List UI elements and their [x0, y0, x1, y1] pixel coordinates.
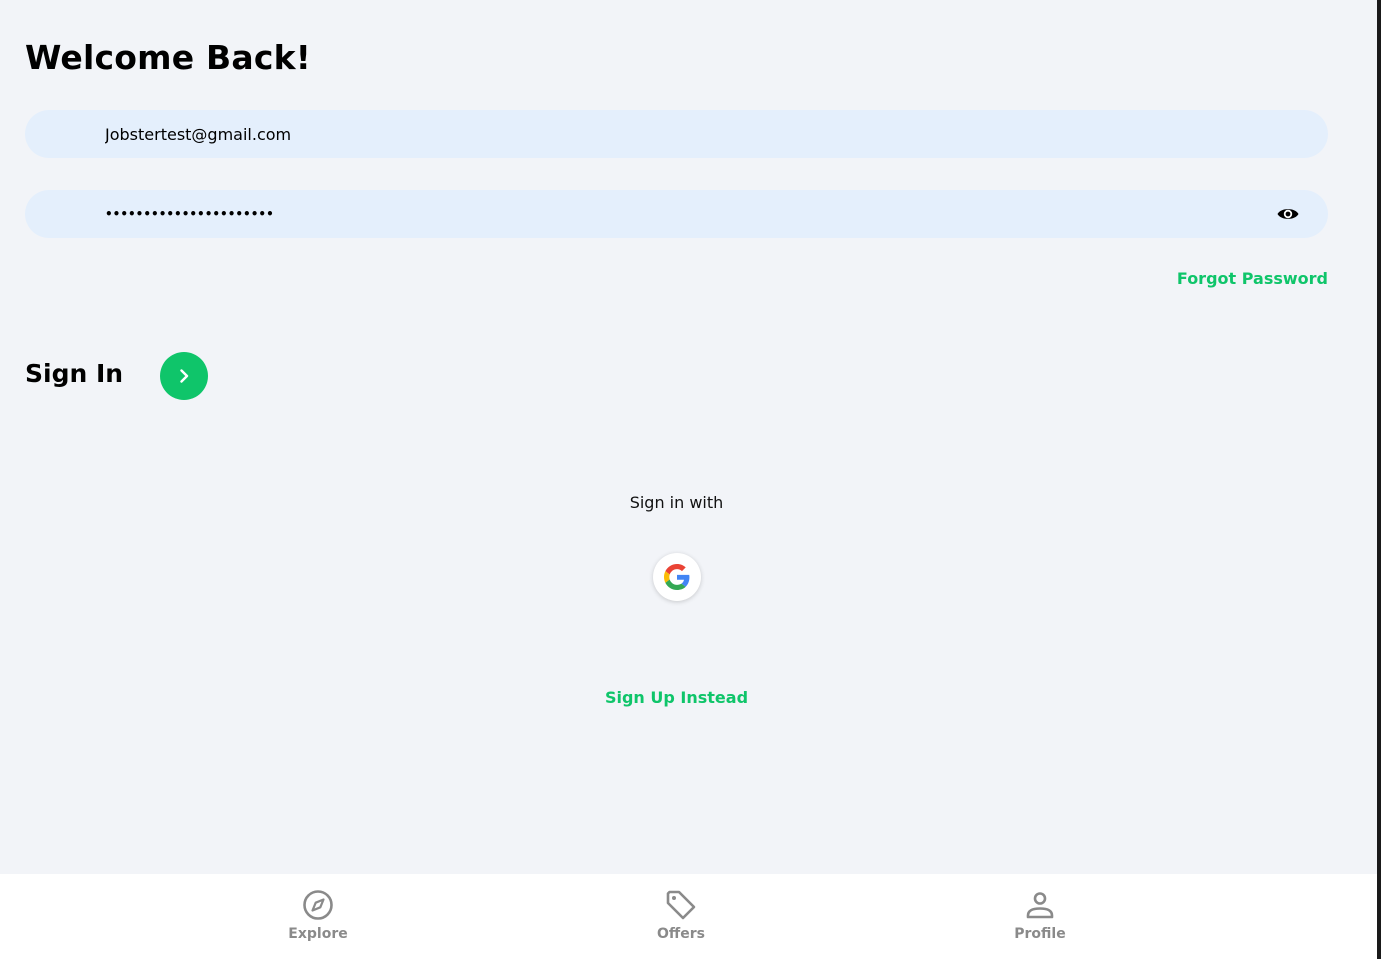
email-field-container[interactable]	[25, 110, 1328, 158]
nav-item-profile[interactable]: Profile	[980, 888, 1100, 942]
forgot-password-link[interactable]: Forgot Password	[1177, 269, 1328, 288]
password-field[interactable]	[105, 190, 1255, 238]
compass-icon	[303, 890, 333, 920]
nav-label-explore: Explore	[288, 926, 348, 942]
sign-in-button[interactable]	[160, 352, 208, 400]
sign-up-link[interactable]: Sign Up Instead	[605, 688, 748, 707]
email-field[interactable]	[105, 110, 1255, 158]
nav-item-explore[interactable]: Explore	[258, 888, 378, 942]
window-edge	[1377, 0, 1381, 959]
nav-label-profile: Profile	[1014, 926, 1066, 942]
sign-up-link-row: Sign Up Instead	[0, 688, 1353, 707]
chevron-right-icon	[180, 369, 189, 383]
google-sign-in-button[interactable]	[653, 553, 701, 601]
bottom-nav: Explore Offers Profile	[0, 874, 1377, 959]
password-field-container[interactable]	[25, 190, 1328, 238]
google-icon	[664, 564, 690, 590]
login-screen: Welcome Back! Forgot Password Sign In Si…	[0, 0, 1377, 959]
nav-label-offers: Offers	[657, 926, 705, 942]
sign-in-label: Sign In	[25, 359, 124, 388]
tag-icon	[666, 890, 696, 920]
sign-in-with-label: Sign in with	[629, 493, 724, 512]
eye-icon[interactable]	[1276, 204, 1300, 224]
nav-item-offers[interactable]: Offers	[621, 888, 741, 942]
page-title: Welcome Back!	[25, 38, 311, 77]
user-icon	[1026, 892, 1054, 919]
